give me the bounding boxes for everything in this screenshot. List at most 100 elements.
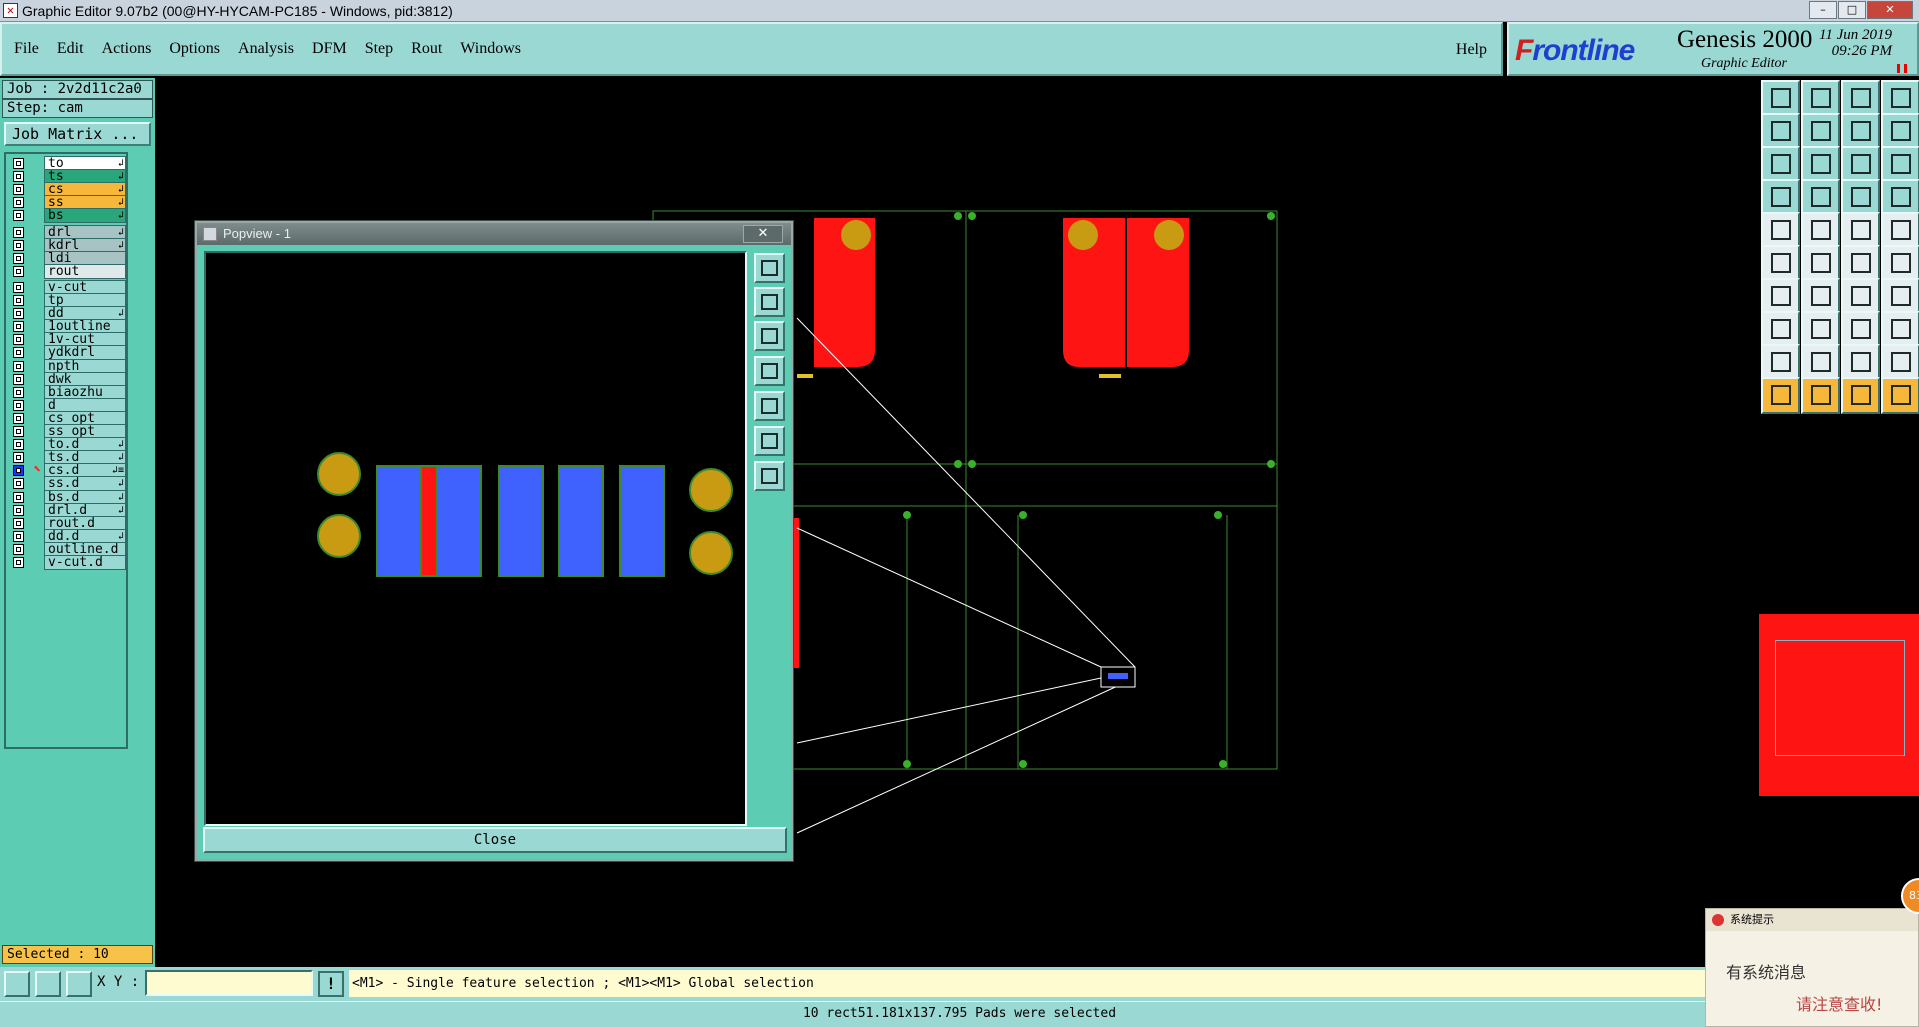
help-icon[interactable] xyxy=(1881,146,1919,183)
cursor-icon[interactable] xyxy=(1761,377,1800,414)
menu-rout[interactable]: Rout xyxy=(411,40,442,58)
layer-checkbox[interactable] xyxy=(13,517,24,529)
flow-icon[interactable] xyxy=(1881,113,1919,150)
menu-dfm[interactable]: DFM xyxy=(312,40,347,58)
layer-checkbox[interactable] xyxy=(13,543,24,555)
layer-checkbox[interactable] xyxy=(13,347,24,359)
layer-checkbox[interactable] xyxy=(13,308,24,320)
overview-map[interactable] xyxy=(1759,614,1919,796)
layer-checkbox[interactable] xyxy=(13,360,24,372)
layer-checkbox[interactable] xyxy=(13,158,24,169)
layer-checkbox[interactable] xyxy=(13,530,24,542)
layer-name[interactable]: rout xyxy=(44,263,126,279)
layer-row[interactable]: bs ↲ xyxy=(8,208,126,224)
layer-checkbox[interactable] xyxy=(13,452,24,464)
zoom-1-2-icon[interactable] xyxy=(1841,146,1880,183)
layer-checkbox[interactable] xyxy=(13,426,24,437)
menu-options[interactable]: Options xyxy=(169,40,220,58)
probe-icon[interactable] xyxy=(1761,179,1800,216)
layer-checkbox[interactable] xyxy=(13,239,24,251)
layer-checkbox[interactable] xyxy=(13,197,24,209)
arc3-icon[interactable] xyxy=(1881,344,1919,381)
select-box-icon[interactable] xyxy=(1761,311,1800,348)
add-pad-icon[interactable] xyxy=(1761,212,1800,249)
net-icon[interactable] xyxy=(1881,179,1919,216)
layer-checkbox[interactable] xyxy=(13,465,24,477)
layer-checkbox[interactable] xyxy=(13,184,24,196)
layer-checkbox[interactable] xyxy=(13,210,24,222)
dot-icon[interactable] xyxy=(1881,212,1919,249)
job-matrix-button[interactable]: Job Matrix ... xyxy=(4,122,151,146)
layer-checkbox[interactable] xyxy=(13,439,24,451)
layer-checkbox[interactable] xyxy=(13,265,24,277)
route-icon[interactable] xyxy=(1881,245,1919,282)
popview-zoom-in-icon[interactable] xyxy=(754,287,785,317)
menu-windows[interactable]: Windows xyxy=(460,40,521,58)
layer-name[interactable]: bs ↲ xyxy=(44,208,126,224)
layer-checkbox[interactable] xyxy=(13,557,24,568)
layer-checkbox[interactable] xyxy=(13,373,24,385)
layer-checkbox[interactable] xyxy=(13,399,24,411)
cursor2-icon[interactable] xyxy=(1801,377,1840,414)
layer-checkbox[interactable] xyxy=(13,226,24,238)
fit-icon[interactable] xyxy=(1761,146,1800,183)
overview-viewport[interactable] xyxy=(1775,640,1905,756)
popview-close-button[interactable]: Close xyxy=(203,827,787,853)
layer-checkbox[interactable] xyxy=(13,295,24,306)
menu-help[interactable]: Help xyxy=(1456,41,1487,59)
popview-titlebar[interactable]: Popview - 1 xyxy=(197,223,791,245)
layer-row[interactable]: v-cut.d xyxy=(8,555,126,570)
zoom-window-icon[interactable] xyxy=(4,971,30,997)
layer-row[interactable]: rout xyxy=(8,263,126,279)
triangle-icon[interactable] xyxy=(1761,344,1800,381)
measure-icon[interactable] xyxy=(35,971,61,997)
center-icon[interactable] xyxy=(1801,146,1840,183)
layer-checkbox[interactable] xyxy=(13,171,24,183)
menu-actions[interactable]: Actions xyxy=(102,40,152,58)
close-window-button[interactable]: ✕ xyxy=(1867,1,1913,19)
popview-close-x-button[interactable]: ✕ xyxy=(743,225,783,243)
edit-shape-icon[interactable] xyxy=(1801,212,1840,249)
layer-checkbox[interactable] xyxy=(13,386,24,398)
slash-icon[interactable] xyxy=(1801,278,1840,315)
layer-checkbox[interactable] xyxy=(13,281,24,293)
exclamation-button[interactable]: ! xyxy=(318,971,344,997)
popview-fit-icon[interactable] xyxy=(754,426,785,456)
layer-checkbox[interactable] xyxy=(13,321,24,333)
layer-checkbox[interactable] xyxy=(13,334,24,346)
layer-checkbox[interactable] xyxy=(13,252,24,264)
layer-checkbox[interactable] xyxy=(13,478,24,490)
popview-zoom-home-icon[interactable] xyxy=(754,253,785,283)
open-icon[interactable] xyxy=(1801,80,1840,117)
notification-popup[interactable]: 系统提示 有系统消息 请注意查收! xyxy=(1705,908,1919,1027)
angle-icon[interactable] xyxy=(1761,278,1800,315)
menu-file[interactable]: File xyxy=(14,40,39,58)
save-icon[interactable] xyxy=(1761,80,1800,117)
popview-pan-right-icon[interactable] xyxy=(754,391,785,421)
layer-checkbox[interactable] xyxy=(13,412,24,424)
graphic-canvas[interactable]: Popview - 1 ✕ Close xyxy=(157,78,1757,967)
minimize-button[interactable]: – xyxy=(1809,1,1837,19)
grid-icon[interactable] xyxy=(66,971,92,997)
connect-icon[interactable] xyxy=(1761,245,1800,282)
popview-center-icon[interactable] xyxy=(754,461,785,491)
arc-icon[interactable] xyxy=(1801,344,1840,381)
next-icon[interactable] xyxy=(1801,113,1840,150)
prev-icon[interactable] xyxy=(1761,113,1800,150)
cross-icon[interactable] xyxy=(1801,245,1840,282)
popview-canvas[interactable] xyxy=(204,251,747,826)
cursor3-icon[interactable] xyxy=(1841,377,1880,414)
link-icon[interactable] xyxy=(1841,245,1880,282)
line-icon[interactable] xyxy=(1801,311,1840,348)
split-icon[interactable] xyxy=(1881,278,1919,315)
layer-checkbox[interactable] xyxy=(13,491,24,503)
popview-window[interactable]: Popview - 1 ✕ Close xyxy=(195,221,793,861)
menu-edit[interactable]: Edit xyxy=(57,40,84,58)
ruler-icon[interactable] xyxy=(1841,212,1880,249)
drc-icon[interactable] xyxy=(1841,179,1880,216)
xy-input[interactable] xyxy=(145,970,313,996)
menu-analysis[interactable]: Analysis xyxy=(238,40,294,58)
layer-checkbox[interactable] xyxy=(13,504,24,516)
copy-icon[interactable] xyxy=(1841,311,1880,348)
popview-zoom-out-icon[interactable] xyxy=(754,321,785,351)
